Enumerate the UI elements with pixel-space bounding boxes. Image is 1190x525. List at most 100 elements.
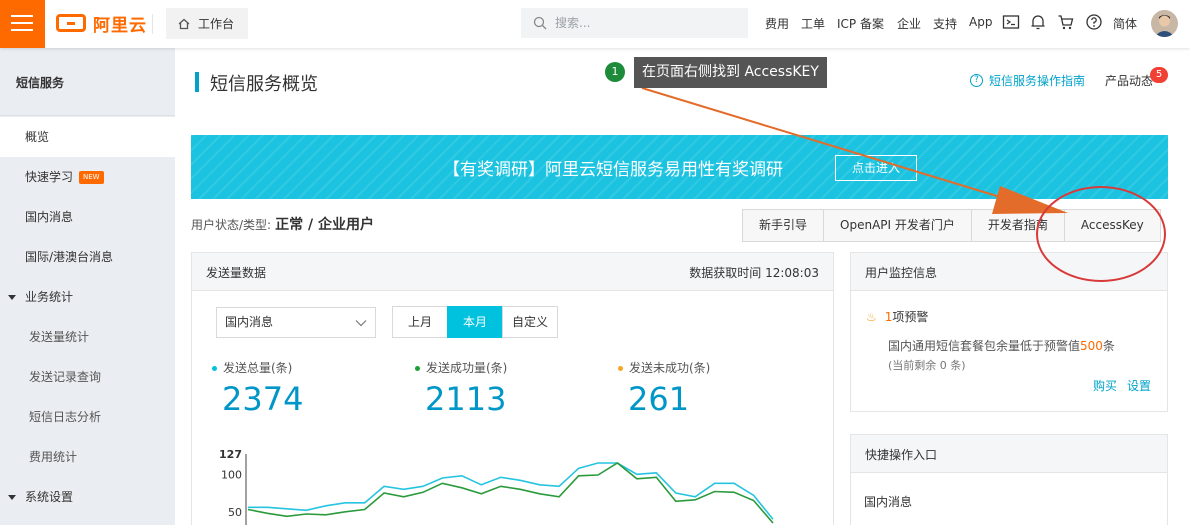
monitor-title: 用户监控信息 xyxy=(865,266,938,280)
stat-label-text: 发送总量(条) xyxy=(223,361,293,375)
sidebar-item-label: 系统设置 xyxy=(25,490,74,504)
panel-header: 快捷操作入口 xyxy=(851,435,1167,473)
series-success-line xyxy=(247,462,774,524)
logo-mark-icon xyxy=(56,14,86,32)
page-title: 短信服务概览 xyxy=(210,74,318,95)
aliyun-logo[interactable]: 阿里云 xyxy=(56,13,147,36)
sidebar-item-label: 国际/港澳台消息 xyxy=(25,250,114,264)
send-volume-chart: 127 100 50 xyxy=(219,448,774,525)
sidebar-item-label: 概览 xyxy=(25,130,50,144)
openapi-portal-button[interactable]: OpenAPI 开发者门户 xyxy=(823,209,972,242)
fetch-time: 数据获取时间 12:08:03 xyxy=(689,266,819,280)
accesskey-button[interactable]: AccessKey xyxy=(1063,209,1161,242)
nav-app[interactable]: App xyxy=(969,15,992,29)
user-status-value: 正常 / 企业用户 xyxy=(275,217,374,233)
bell-icon[interactable] xyxy=(1029,13,1047,31)
quick-access-panel: 快捷操作入口 xyxy=(850,434,1168,525)
sidebar-item-label: 国内消息 xyxy=(25,210,74,224)
user-status: 用户状态/类型: 正常 / 企业用户 xyxy=(191,214,374,234)
help-icon[interactable] xyxy=(1085,13,1103,31)
developer-guide-button[interactable]: 开发者指南 xyxy=(970,209,1065,242)
warning-threshold: 500 xyxy=(1080,339,1103,353)
sidebar: 短信服务 概览 快速学习 NEW 国内消息 国际/港澳台消息 业务统计 发送量统计… xyxy=(0,48,175,525)
dot-icon xyxy=(618,366,623,371)
caret-down-icon xyxy=(8,295,16,300)
sidebar-item-label: 快速学习 xyxy=(25,170,74,184)
sidebar-item-cost-stats[interactable]: 费用统计 xyxy=(0,437,175,477)
sidebar-item-send-stats[interactable]: 发送量统计 xyxy=(0,317,175,357)
sidebar-title: 短信服务 xyxy=(0,48,175,116)
banner-enter-button[interactable]: 点击进入 xyxy=(835,155,917,181)
workbench-button[interactable]: 工作台 xyxy=(166,8,248,39)
nav-support[interactable]: 支持 xyxy=(933,15,957,32)
sidebar-item-label: 费用统计 xyxy=(29,450,78,464)
stat-fail-value: 261 xyxy=(628,380,690,418)
language-switch[interactable]: 简体 xyxy=(1113,15,1137,32)
dot-icon xyxy=(212,366,217,371)
buy-link[interactable]: 购买 xyxy=(1093,377,1117,394)
annotation-tip: 在页面右侧找到 AccessKEY xyxy=(634,57,827,88)
quick-item-domestic[interactable]: 国内消息 xyxy=(864,493,912,510)
quick-access-title: 快捷操作入口 xyxy=(865,448,938,462)
dot-icon xyxy=(415,366,420,371)
stat-label-text: 发送未成功(条) xyxy=(629,361,711,375)
sidebar-item-log-analysis[interactable]: 短信日志分析 xyxy=(0,397,175,437)
question-icon: ? xyxy=(970,74,983,87)
terminal-icon[interactable] xyxy=(1002,13,1020,31)
survey-banner[interactable]: 【有奖调研】阿里云短信服务易用性有奖调研 点击进入 xyxy=(191,135,1168,199)
top-bar: 阿里云 工作台 费用 工单 ICP 备案 企业 支持 App 简体 xyxy=(0,0,1190,48)
sidebar-item-domestic[interactable]: 国内消息 xyxy=(0,197,175,237)
stat-fail-label: 发送未成功(条) xyxy=(618,359,710,376)
sidebar-item-quick-learn[interactable]: 快速学习 NEW xyxy=(0,157,175,197)
nav-enterprise[interactable]: 企业 xyxy=(897,15,921,32)
sidebar-item-label: 发送量统计 xyxy=(29,330,90,344)
sidebar-item-international[interactable]: 国际/港澳台消息 xyxy=(0,237,175,277)
search-box[interactable] xyxy=(521,8,748,38)
range-last-month[interactable]: 上月 xyxy=(392,306,448,338)
nav-icp[interactable]: ICP 备案 xyxy=(837,15,884,32)
stat-total-value: 2374 xyxy=(222,380,304,418)
home-icon xyxy=(178,18,190,29)
menu-icon[interactable] xyxy=(0,0,45,48)
series-total-line xyxy=(248,462,774,520)
warning-summary: ♨ 1项预警 xyxy=(866,308,928,325)
range-this-month[interactable]: 本月 xyxy=(447,306,503,338)
message-type-select[interactable]: 国内消息 xyxy=(216,307,376,338)
warning-bell-icon: ♨ xyxy=(866,310,877,324)
user-status-label: 用户状态/类型: xyxy=(191,218,272,232)
nav-fee[interactable]: 费用 xyxy=(765,15,789,32)
beginner-guide-button[interactable]: 新手引导 xyxy=(742,209,825,242)
step-number: 1 xyxy=(605,62,625,82)
chart-tick-label: 127 xyxy=(219,448,242,461)
search-input[interactable] xyxy=(555,16,735,30)
sidebar-item-label: 发送记录查询 xyxy=(29,370,102,384)
chart-tick-label: 100 xyxy=(221,468,242,481)
title-accent xyxy=(195,72,199,92)
guide-link-label: 短信服务操作指南 xyxy=(989,74,1086,88)
stat-total-label: 发送总量(条) xyxy=(212,359,292,376)
warning-description: 国内通用短信套餐包余量低于预警值500条 xyxy=(888,337,1115,354)
news-count-badge: 5 xyxy=(1150,67,1168,83)
quick-button-group: 新手引导 OpenAPI 开发者门户 开发者指南 AccessKey xyxy=(742,209,1161,242)
sidebar-group-settings[interactable]: 系统设置 xyxy=(0,477,175,517)
range-custom[interactable]: 自定义 xyxy=(502,306,558,338)
product-news-link[interactable]: 产品动态 xyxy=(1105,72,1153,89)
stat-success-value: 2113 xyxy=(425,380,507,418)
panel-title: 发送量数据 xyxy=(206,266,267,280)
logo-text: 阿里云 xyxy=(93,15,147,36)
warning-label: 项预警 xyxy=(892,310,929,324)
panel-header: 发送量数据 数据获取时间 12:08:03 xyxy=(192,253,833,291)
sidebar-item-label: 业务统计 xyxy=(25,290,74,304)
panel-header: 用户监控信息 xyxy=(851,253,1167,291)
cart-icon[interactable] xyxy=(1057,13,1075,31)
avatar[interactable] xyxy=(1151,10,1178,37)
workbench-label: 工作台 xyxy=(198,17,235,31)
sidebar-item-overview[interactable]: 概览 xyxy=(0,117,175,157)
sidebar-item-send-records[interactable]: 发送记录查询 xyxy=(0,357,175,397)
sidebar-group-statistics[interactable]: 业务统计 xyxy=(0,277,175,317)
settings-link[interactable]: 设置 xyxy=(1127,377,1151,394)
nav-ticket[interactable]: 工单 xyxy=(801,15,825,32)
chevron-down-icon xyxy=(355,320,367,327)
guide-link[interactable]: ? 短信服务操作指南 xyxy=(970,72,1085,89)
banner-text: 【有奖调研】阿里云短信服务易用性有奖调研 xyxy=(443,160,783,180)
